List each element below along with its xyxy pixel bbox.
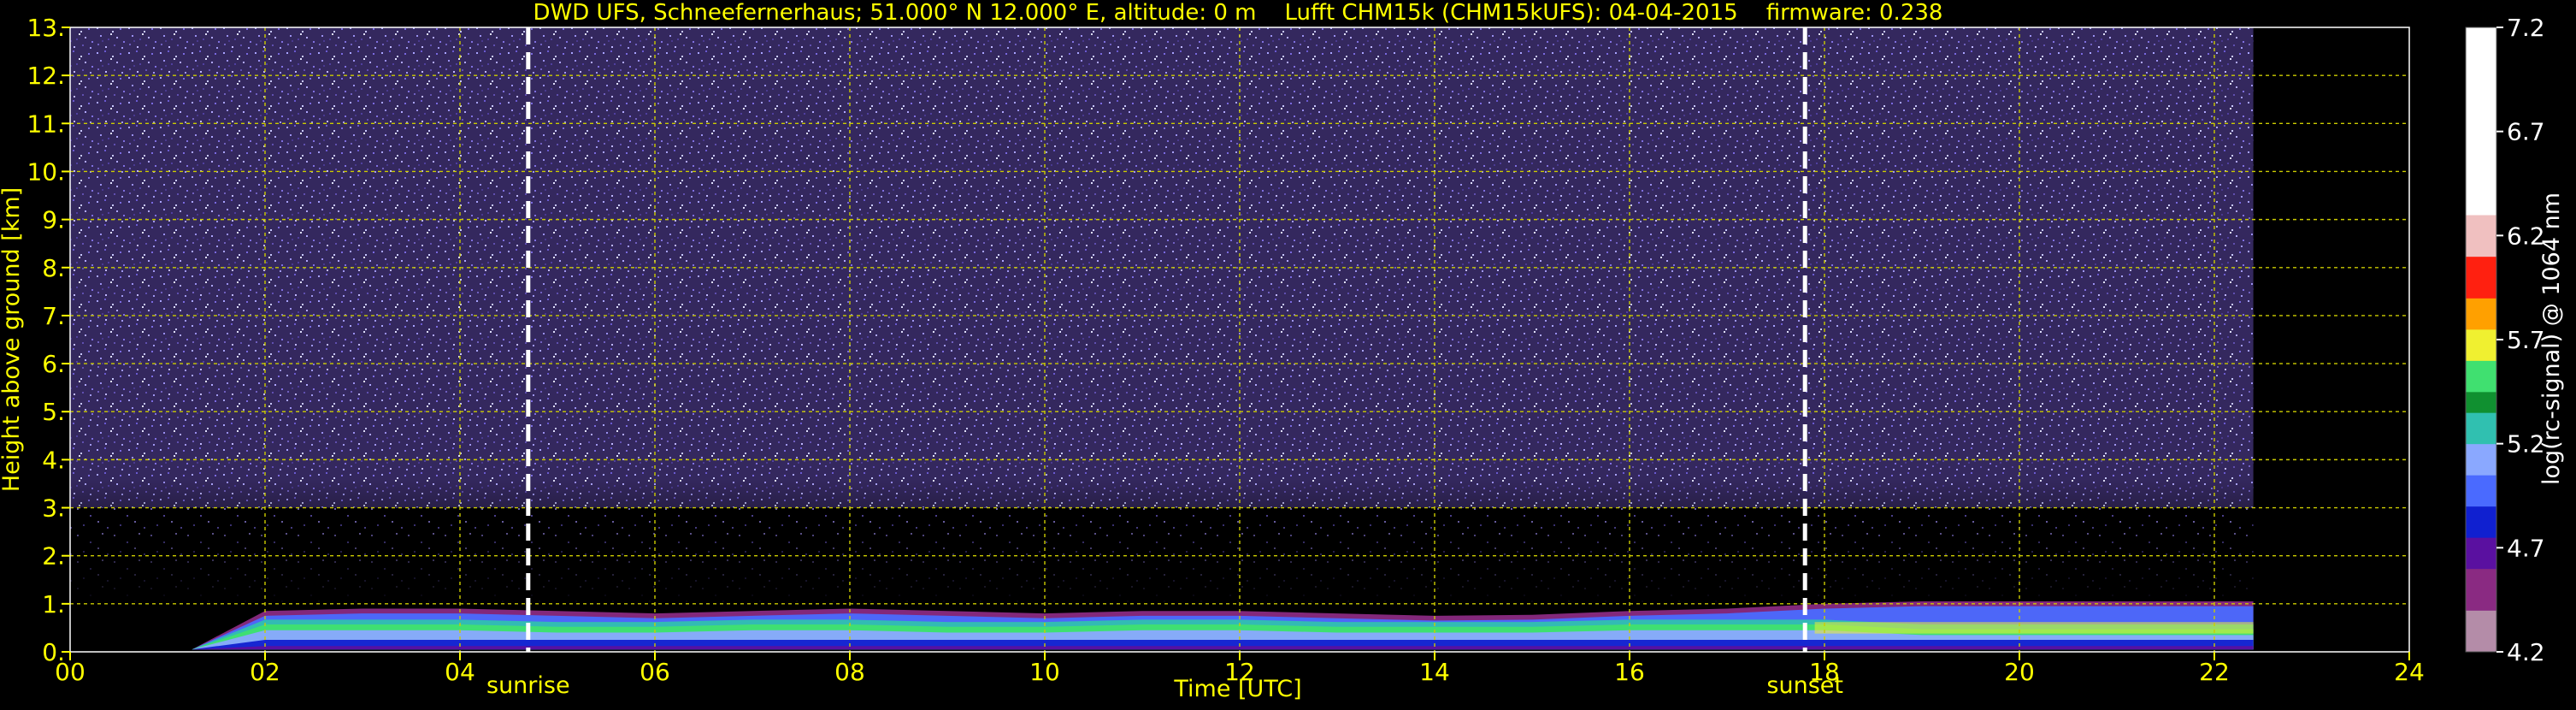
y-tick-label: 6. (42, 350, 65, 378)
x-tick-label: 18 (1809, 658, 1840, 686)
colorbar-segment (2466, 568, 2496, 611)
y-tick-label: 3. (42, 494, 65, 523)
y-tick-label: 13. (27, 14, 65, 42)
colorbar-tick-label: 4.2 (2507, 638, 2545, 666)
colorbar-label: log(rc-signal) @ 1064 nm (2538, 192, 2565, 485)
signal-fade (70, 478, 2254, 602)
colorbar-segment (2466, 27, 2496, 216)
colorbar-segment (2466, 412, 2496, 445)
x-tick-label: 02 (250, 658, 280, 686)
colorbar-segment (2466, 328, 2496, 361)
colorbar-tick-label: 7.2 (2507, 14, 2545, 42)
y-axis: 0. 1. 2. 3. 4. 5. 6. 7. 8. 9. 10. 11. 12. 13. (27, 14, 70, 666)
colorbar-segment (2466, 537, 2496, 570)
y-tick-label: 5. (42, 398, 65, 426)
aerosol-layer-ground (192, 646, 2254, 650)
colorbar-segment (2466, 391, 2496, 413)
colorbar: 7.26.76.25.75.24.74.2 (2465, 14, 2545, 666)
colorbar-segment (2466, 360, 2496, 393)
x-tick-label: 10 (1029, 658, 1060, 686)
colorbar-tick-label: 6.7 (2507, 118, 2545, 146)
x-tick-label: 14 (1419, 658, 1450, 686)
y-tick-label: 1. (42, 590, 65, 618)
colorbar-segment (2466, 256, 2496, 299)
y-tick-label: 4. (42, 446, 65, 474)
y-tick-label: 8. (42, 254, 65, 282)
colorbar-segment (2466, 215, 2496, 257)
x-tick-label: 06 (640, 658, 670, 686)
x-tick-label: 08 (834, 658, 865, 686)
x-tick-label: 24 (2394, 658, 2425, 686)
chart-title: DWD UFS, Schneefernerhaus; 51.000° N 12.… (533, 0, 1943, 26)
y-tick-label: 2. (42, 542, 65, 571)
colorbar-segment (2466, 506, 2496, 538)
colorbar-segment (2466, 610, 2496, 653)
x-tick-label: 20 (2004, 658, 2035, 686)
aerosol-layer-strong (1814, 622, 2254, 634)
x-tick-label: 16 (1614, 658, 1645, 686)
y-tick-label: 10. (27, 157, 65, 186)
y-tick-label: 9. (42, 206, 65, 234)
y-tick-label: 11. (27, 109, 65, 138)
colorbar-tick-label: 4.7 (2507, 534, 2545, 562)
y-tick-label: 0. (42, 638, 65, 666)
y-tick-label: 7. (42, 302, 65, 330)
y-axis-label: Height above ground [km] (0, 187, 25, 492)
backscatter-chart: DWD UFS, Schneefernerhaus; 51.000° N 12.… (0, 0, 2565, 702)
y-tick-label: 12. (27, 62, 65, 90)
colorbar-segment (2466, 298, 2496, 330)
x-axis-label: Time [UTC] (1173, 676, 1301, 702)
x-tick-label: 04 (445, 658, 475, 686)
x-tick-label: 22 (2199, 658, 2230, 686)
colorbar-segment (2466, 443, 2496, 476)
colorbar-segment (2466, 475, 2496, 507)
sunrise-label: sunrise (486, 672, 570, 699)
ceilometer-figure: DWD UFS, Schneefernerhaus; 51.000° N 12.… (0, 0, 2576, 707)
